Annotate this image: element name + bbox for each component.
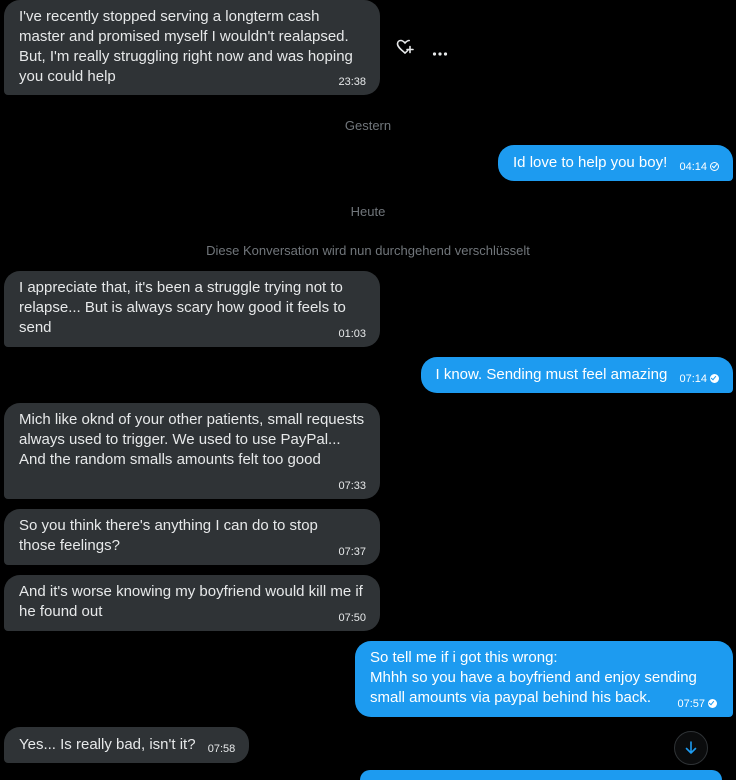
message-time: 07:57 (677, 698, 705, 710)
message-outgoing[interactable]: So tell me if i got this wrong: Mhhh so … (355, 641, 733, 717)
heart-plus-icon[interactable] (396, 38, 414, 56)
date-separator-yesterday: Gestern (344, 118, 392, 133)
message-text: I appreciate that, it's been a struggle … (19, 279, 350, 336)
check-circle-filled-icon (710, 374, 719, 383)
message-time: 07:50 (338, 612, 366, 624)
message-text: Id love to help you boy! (513, 154, 668, 171)
message-text: Yes... Is really bad, isn't it? (19, 736, 196, 753)
message-text: Mich like oknd of your other patients, s… (19, 411, 369, 468)
message-text: I've recently stopped serving a longterm… (19, 8, 358, 85)
message-text: I know. Sending must feel amazing (435, 366, 668, 383)
message-time: 01:03 (338, 328, 366, 340)
message-outgoing[interactable]: I know. Sending must feel amazing 07:14 (420, 357, 733, 393)
date-separator-today: Heute (350, 204, 386, 219)
message-text: And it's worse knowing my boyfriend woul… (19, 583, 368, 620)
message-time: 07:14 (679, 373, 707, 385)
message-time: 23:38 (338, 76, 366, 88)
check-circle-filled-icon (708, 699, 717, 708)
encryption-notice: Diese Konversation wird nun durchgehend … (206, 243, 530, 258)
message-incoming[interactable]: So you think there's anything I can do t… (4, 509, 380, 565)
scroll-to-bottom-button[interactable] (674, 731, 708, 765)
message-incoming[interactable]: And it's worse knowing my boyfriend woul… (4, 575, 380, 631)
message-incoming[interactable]: Mich like oknd of your other patients, s… (4, 403, 380, 499)
message-time: 07:58 (207, 743, 236, 755)
message-outgoing[interactable]: Id love to help you boy! 04:14 (498, 145, 733, 181)
message-time: 07:33 (338, 480, 366, 492)
arrow-down-icon (685, 741, 697, 754)
more-dots-icon[interactable] (432, 44, 448, 56)
message-outgoing-partial[interactable] (360, 770, 722, 780)
message-incoming[interactable]: I've recently stopped serving a longterm… (4, 0, 380, 95)
message-time: 07:37 (338, 546, 366, 558)
check-circle-outline-icon (710, 162, 719, 171)
message-text: So tell me if i got this wrong: Mhhh so … (370, 649, 697, 706)
message-incoming[interactable]: I appreciate that, it's been a struggle … (4, 271, 380, 347)
message-text: So you think there's anything I can do t… (19, 517, 323, 554)
message-incoming[interactable]: Yes... Is really bad, isn't it? 07:58 (4, 727, 250, 763)
message-time: 04:14 (679, 161, 707, 173)
